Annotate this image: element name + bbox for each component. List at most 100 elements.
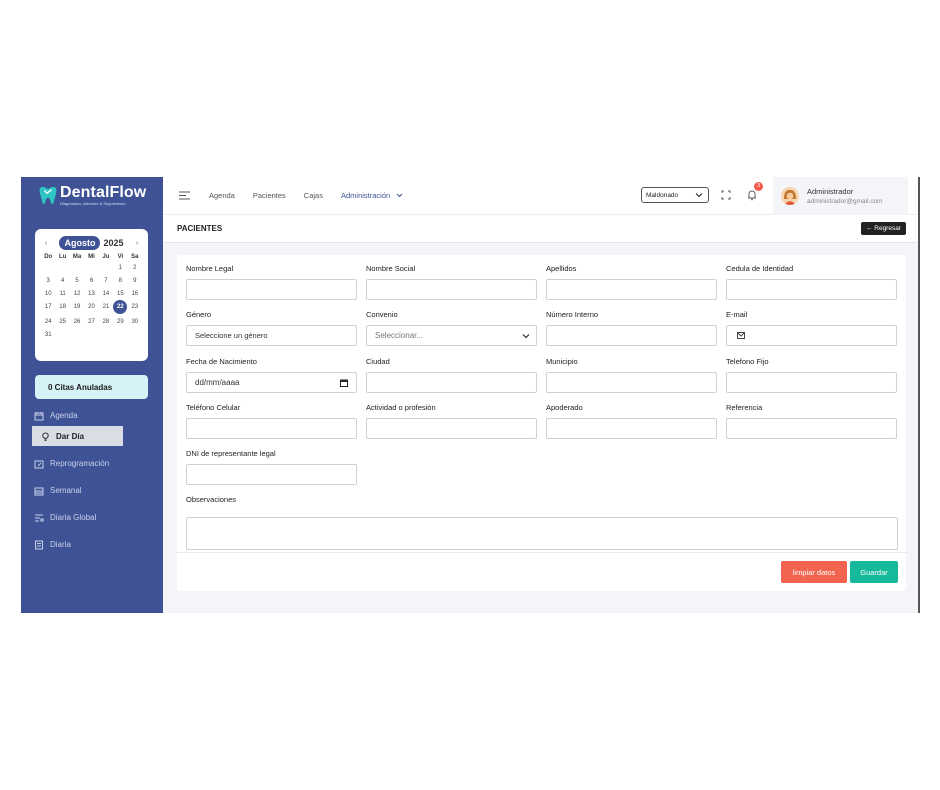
calendar-day[interactable]: 21 — [99, 302, 113, 312]
top-bar: Agenda Pacientes Cajas Administración Ma… — [163, 177, 919, 215]
calendar-icon — [34, 411, 44, 420]
patient-form-card: Nombre Legal Nombre Social Apellidos Ced… — [177, 255, 907, 591]
nombre-legal-input[interactable] — [186, 279, 357, 300]
calendar-weekday: Do — [44, 254, 53, 260]
calendar-day — [84, 263, 98, 273]
calendar-day[interactable]: 16 — [128, 289, 142, 299]
sidebar-item-diaria-global[interactable]: Diaria Global — [21, 504, 163, 531]
calendar-day[interactable]: 20 — [84, 302, 98, 312]
user-name: Administrador — [807, 187, 854, 196]
label-numero-interno: Número Interno — [546, 310, 599, 319]
field-nombre-legal: Nombre Legal — [186, 263, 357, 300]
clear-button[interactable]: limpiar datos — [781, 561, 847, 583]
avatar-image-icon — [781, 187, 799, 205]
calendar-day[interactable]: 27 — [84, 317, 98, 327]
calendar-day[interactable]: 15 — [113, 289, 127, 299]
label-fecha-nacimiento: Fecha de Nacimiento — [186, 357, 257, 366]
calendar-day[interactable]: 2 — [128, 263, 142, 273]
calendar-day[interactable]: 19 — [70, 302, 84, 312]
brand-tagline: Diagnostico, Atención & Seguimiento — [60, 200, 126, 206]
brand-logo[interactable]: DentalFlow Diagnostico, Atención & Segui… — [21, 177, 163, 213]
observaciones-textarea[interactable] — [186, 517, 898, 550]
calendar-icon[interactable] — [340, 379, 348, 387]
genero-select[interactable]: Seleccione un género — [186, 325, 357, 346]
actividad-input[interactable] — [366, 418, 537, 439]
calendar-day[interactable]: 29 — [113, 317, 127, 327]
telefono-fijo-input[interactable] — [726, 372, 897, 393]
calendar-day[interactable]: 7 — [99, 276, 113, 286]
calendar-day[interactable]: 3 — [41, 276, 55, 286]
calendar-day[interactable]: 12 — [70, 289, 84, 299]
nav-administracion-label: Administración — [340, 191, 391, 200]
apellidos-input[interactable] — [546, 279, 717, 300]
email-input[interactable] — [726, 325, 897, 346]
municipio-input[interactable] — [546, 372, 717, 393]
nombre-social-input[interactable] — [366, 279, 537, 300]
nav-agenda[interactable]: Agenda — [209, 191, 235, 200]
branch-select[interactable]: Maldonado — [641, 187, 709, 203]
apoderado-input[interactable] — [546, 418, 717, 439]
save-button[interactable]: Guardar — [850, 561, 898, 583]
calendar-day[interactable]: 30 — [128, 317, 142, 327]
calendar-prev-button[interactable]: ‹ — [41, 240, 51, 247]
referencia-input[interactable] — [726, 418, 897, 439]
sidebar-item-agenda[interactable]: Agenda — [21, 402, 163, 429]
calendar-next-button[interactable]: › — [132, 240, 142, 247]
calendar-day[interactable]: 26 — [70, 317, 84, 327]
calendar-year[interactable]: 2025 — [103, 238, 123, 248]
calendar-day[interactable]: 31 — [41, 330, 55, 340]
calendar-day[interactable]: 6 — [84, 276, 98, 286]
sidebar-item-label: Dar Día — [56, 431, 85, 441]
fullscreen-icon[interactable] — [721, 190, 731, 200]
calendar-day[interactable]: 1 — [113, 263, 127, 273]
calendar-day[interactable]: 25 — [55, 317, 69, 327]
telefono-celular-input[interactable] — [186, 418, 357, 439]
back-button[interactable]: ← Regresar — [860, 222, 906, 235]
citas-anuladas-badge[interactable]: 0 Citas Anuladas — [35, 375, 148, 399]
nav-pacientes[interactable]: Pacientes — [253, 191, 286, 200]
calendar-day[interactable]: 8 — [113, 276, 127, 286]
calendar-day[interactable]: 9 — [128, 276, 142, 286]
calendar-day[interactable]: 5 — [70, 276, 84, 286]
calendar-day[interactable]: 13 — [84, 289, 98, 299]
user-menu[interactable]: Administrador administrador@gmail.com — [773, 177, 908, 215]
cedula-input[interactable] — [726, 279, 897, 300]
sidebar-item-label: Diaria — [50, 540, 71, 549]
ciudad-input[interactable] — [366, 372, 537, 393]
calendar-weekday: Mi — [88, 254, 95, 260]
calendar-day[interactable]: 11 — [55, 289, 69, 299]
sidebar-item-label: Agenda — [50, 411, 78, 420]
fecha-nacimiento-input[interactable]: dd/mm/aaaa — [186, 372, 357, 393]
convenio-placeholder: Seleccionar... — [375, 331, 424, 340]
calendar-day[interactable]: 10 — [41, 289, 55, 299]
label-referencia: Referencia — [726, 403, 763, 412]
sidebar-item-diaria[interactable]: Diaria — [21, 531, 163, 558]
field-actividad: Actividad o profesión — [366, 402, 537, 439]
branch-select-value: Maldonado — [646, 191, 679, 199]
calendar-day[interactable]: 18 — [55, 302, 69, 312]
nav-administracion[interactable]: Administración — [341, 191, 403, 200]
bell-icon[interactable] — [747, 189, 757, 201]
field-observaciones: Observaciones — [186, 494, 898, 510]
numero-interno-input[interactable] — [546, 325, 717, 346]
calendar-day[interactable]: 4 — [55, 276, 69, 286]
label-cedula: Cedula de Identidad — [726, 264, 794, 273]
calendar-day[interactable]: 14 — [99, 289, 113, 299]
calendar-month[interactable]: Agosto — [59, 236, 101, 250]
notification-count-badge: 3 — [754, 182, 763, 191]
menu-toggle-icon[interactable] — [179, 191, 190, 200]
calendar-day[interactable]: 17 — [41, 302, 55, 312]
calendar-day[interactable]: 24 — [41, 317, 55, 327]
calendar-day[interactable]: 23 — [128, 302, 142, 312]
calendar-day-selected[interactable]: 22 — [113, 300, 128, 314]
page-title: PACIENTES — [177, 224, 223, 233]
nav-cajas[interactable]: Cajas — [304, 191, 323, 200]
sidebar-item-reprogramacion[interactable]: Reprogramación — [21, 450, 163, 477]
mini-calendar: ‹ Agosto 2025 › Do Lu Ma Mi Ju Vi Sa 1 2 3 4 5 6 7 8 9 1… — [35, 229, 148, 361]
label-municipio: Municipio — [546, 357, 578, 366]
dni-representante-input[interactable] — [186, 464, 357, 485]
calendar-day[interactable]: 28 — [99, 317, 113, 327]
sidebar-item-dar-dia[interactable]: Dar Día — [32, 426, 123, 446]
convenio-select[interactable]: Seleccionar... — [366, 325, 537, 346]
sidebar-item-semanal[interactable]: Semanal — [21, 477, 163, 504]
